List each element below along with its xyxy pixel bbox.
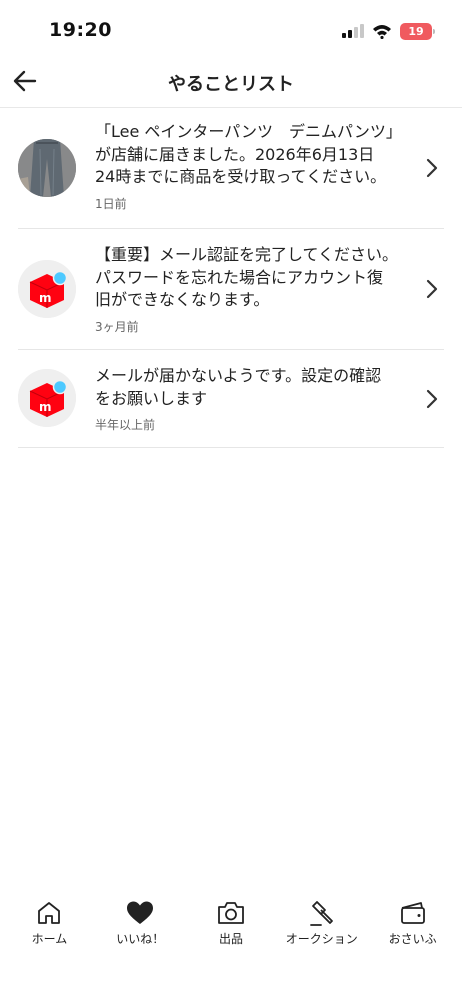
- todo-message: メールが届かないようです。設定の確認 をお願いします: [95, 366, 382, 408]
- tab-label: いいね！: [116, 932, 165, 946]
- todo-message: 「Lee ペインターパンツ デニムパンツ」 が店舗に届きました。2026年6月1…: [95, 122, 402, 186]
- tab-auction[interactable]: オークション: [276, 888, 367, 999]
- tab-home[interactable]: ホーム: [4, 888, 95, 999]
- camera-icon: [216, 898, 246, 928]
- todo-list: 「Lee ペインターパンツ デニムパンツ」 が店舗に届きました。2026年6月1…: [0, 108, 462, 448]
- battery-level: 19: [408, 24, 424, 38]
- svg-text:m: m: [39, 400, 52, 414]
- tab-listing[interactable]: 出品: [186, 888, 277, 999]
- mercari-logo-icon: m: [18, 369, 76, 427]
- status-time: 19:20: [49, 19, 112, 41]
- todo-message: 【重要】メール認証を完了してください。 パスワードを忘れた場合にアカウント復 旧…: [95, 245, 399, 309]
- battery-icon: 19: [400, 22, 435, 40]
- mercari-logo-avatar: m: [18, 369, 76, 427]
- todo-item[interactable]: 「Lee ペインターパンツ デニムパンツ」 が店舗に届きました。2026年6月1…: [18, 108, 444, 229]
- tab-label: 出品: [218, 932, 243, 946]
- tab-label: おさいふ: [388, 932, 437, 946]
- chevron-right-icon: [426, 158, 438, 178]
- gavel-icon: [307, 898, 337, 928]
- cellular-signal-icon: [342, 24, 364, 38]
- home-icon: [34, 898, 64, 928]
- wallet-icon: [398, 898, 428, 928]
- mercari-logo-avatar: m: [18, 260, 76, 318]
- tab-likes[interactable]: いいね！: [95, 888, 186, 999]
- todo-item-body: メールが届かないようです。設定の確認 をお願いします 半年以上前: [95, 365, 412, 433]
- chevron-right-icon: [426, 389, 438, 409]
- tab-label: オークション: [285, 932, 358, 946]
- todo-item-body: 「Lee ペインターパンツ デニムパンツ」 が店舗に届きました。2026年6月1…: [95, 121, 412, 212]
- product-photo-avatar: [18, 139, 76, 197]
- battery-tip: [433, 28, 435, 34]
- todo-item[interactable]: m 【重要】メール認証を完了してください。 パスワードを忘れた場合にアカウント復…: [18, 229, 444, 350]
- denim-pants-image: [18, 139, 76, 197]
- status-bar: 19:20 19: [0, 0, 462, 58]
- heart-icon: [125, 898, 155, 928]
- wifi-icon: [373, 24, 391, 39]
- todo-item-body: 【重要】メール認証を完了してください。 パスワードを忘れた場合にアカウント復 旧…: [95, 244, 412, 335]
- todo-time: 半年以上前: [95, 418, 156, 432]
- tab-bar: ホーム いいね！ 出品 オークション おさいふ: [0, 888, 462, 999]
- tab-label: ホーム: [31, 932, 68, 946]
- status-icons: 19: [342, 21, 435, 41]
- page-title: やることリスト: [168, 74, 294, 95]
- tab-wallet[interactable]: おさいふ: [367, 888, 458, 999]
- mercari-logo-icon: m: [18, 260, 76, 318]
- todo-time: 3ヶ月前: [95, 319, 139, 334]
- svg-text:m: m: [39, 291, 52, 305]
- chevron-right-icon: [426, 279, 438, 299]
- todo-time: 1日前: [95, 196, 127, 211]
- todo-item[interactable]: m メールが届かないようです。設定の確認 をお願いします 半年以上前: [18, 350, 444, 448]
- nav-bar: やることリスト: [0, 58, 462, 108]
